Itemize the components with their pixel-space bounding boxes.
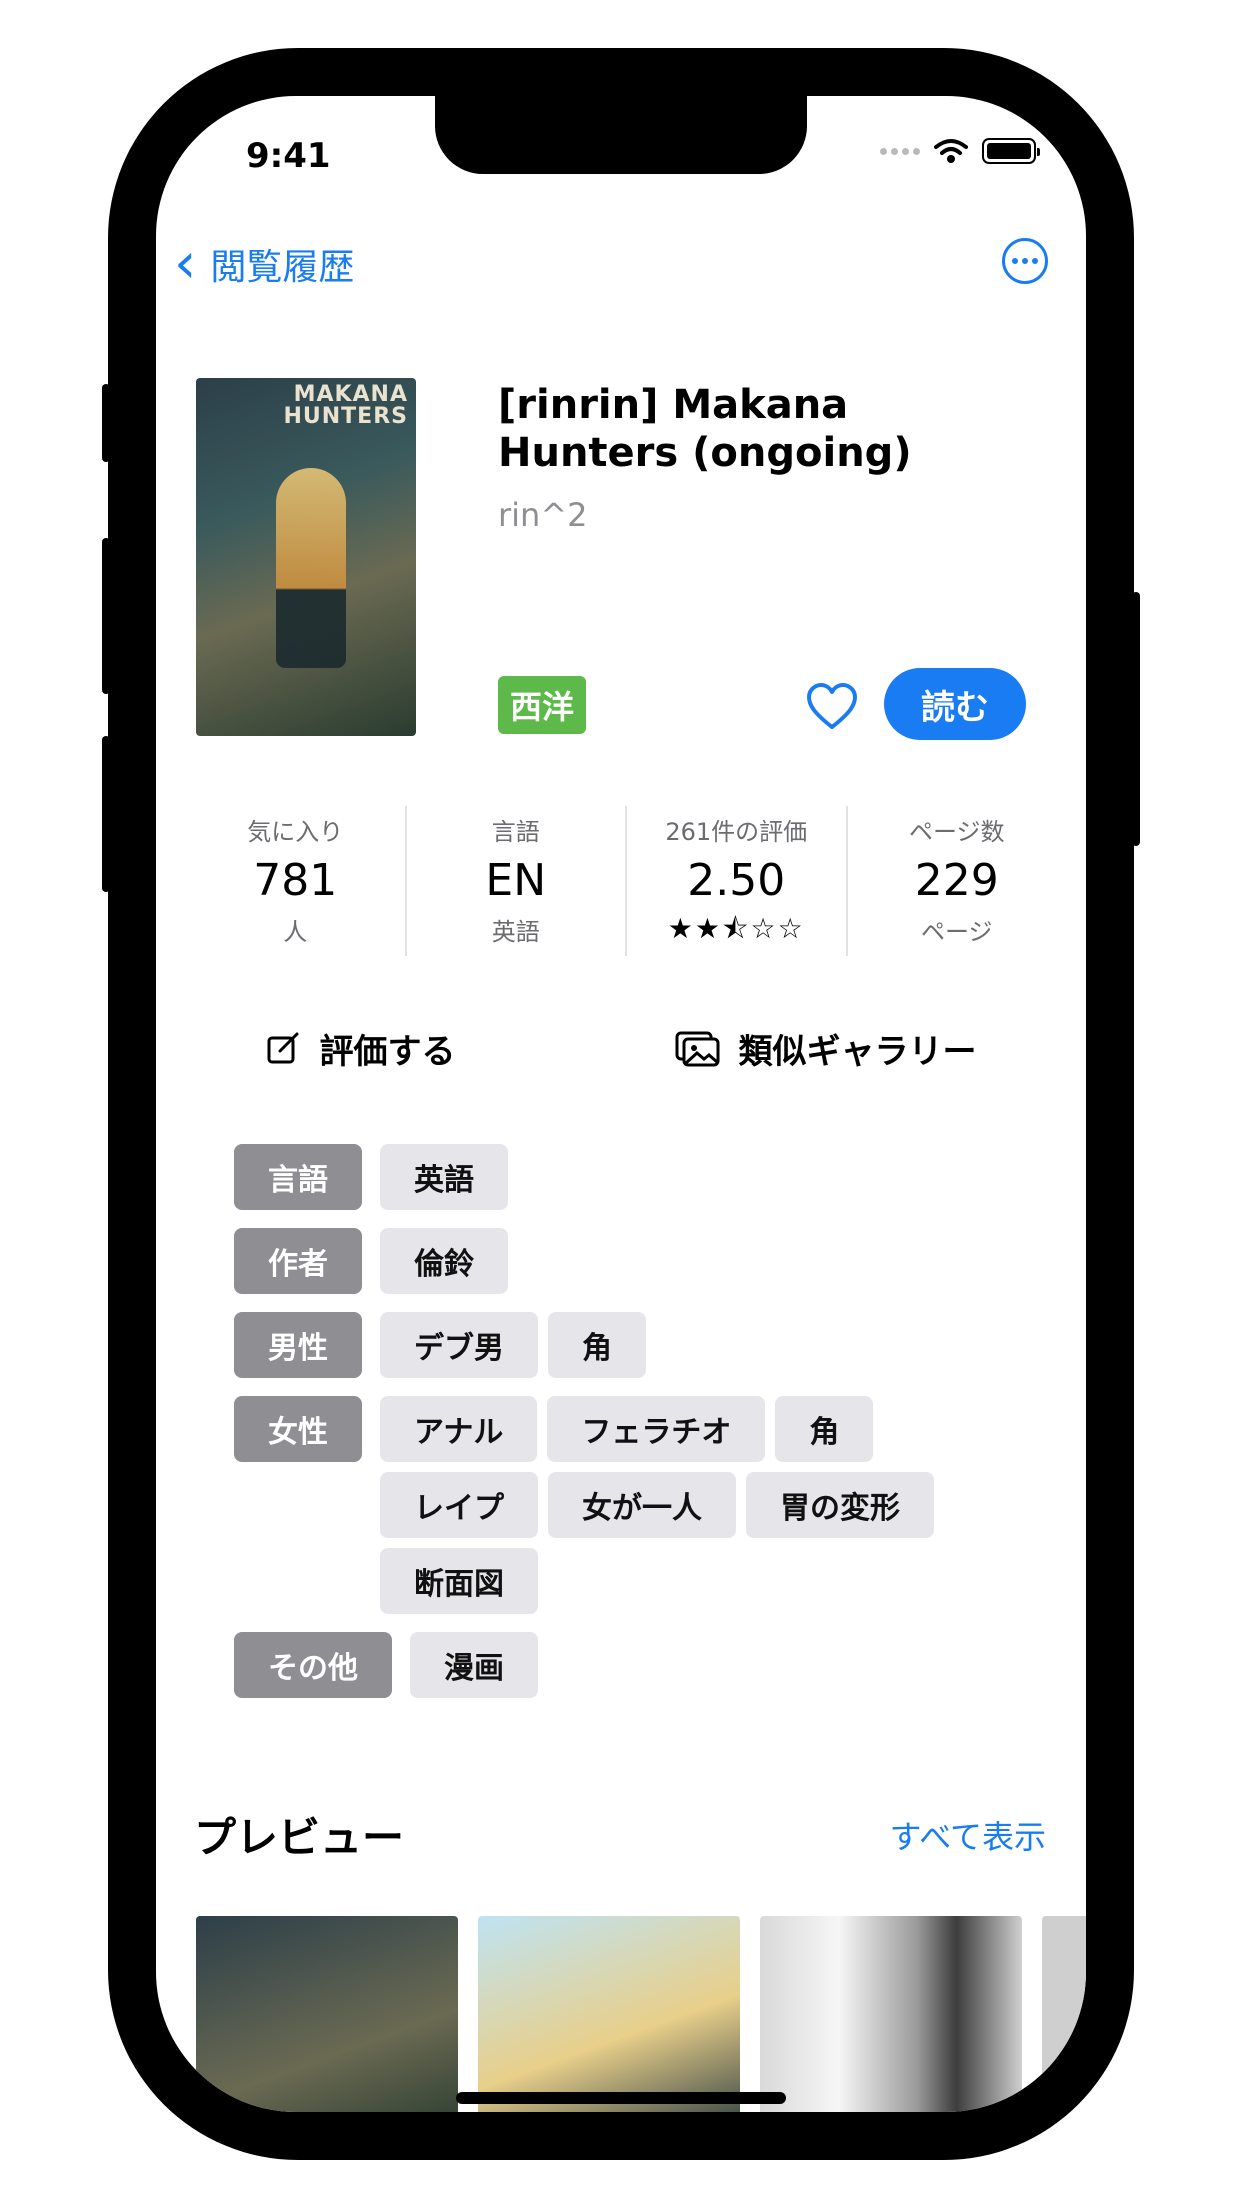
preview-thumbnails: [196, 1916, 1086, 2112]
side-button-power: [1132, 592, 1140, 846]
favorite-heart-icon[interactable]: [804, 679, 860, 735]
stat-label: 261件の評価: [665, 818, 808, 846]
notch: [435, 96, 807, 174]
cover-image[interactable]: MAKANA HUNTERS: [196, 378, 416, 736]
tag-chip[interactable]: フェラチオ: [547, 1396, 766, 1462]
stat-pages[interactable]: ページ数 229 ページ: [848, 806, 1067, 956]
stat-value: 2.50: [687, 855, 786, 906]
tag-namespace: 男性: [234, 1312, 362, 1378]
similar-label: 類似ギャラリー: [738, 1032, 977, 1072]
stat-value: 229: [914, 855, 999, 906]
stat-label: 気に入り: [247, 818, 344, 846]
stat-value: 781: [253, 855, 338, 906]
tag-chip[interactable]: 胃の変形: [746, 1472, 934, 1538]
side-button-silent: [102, 384, 110, 462]
tag-list: 言語 英語 作者 倫鈴 男性 デブ男角女性 アナル フェラチオ角レイプ 女が一人 胃の変形 断面図そ…: [234, 1144, 1034, 1716]
side-button-volume-up: [102, 538, 110, 694]
more-icon: [1012, 258, 1018, 264]
tag-chip[interactable]: デブ男: [380, 1312, 538, 1378]
tag-chip[interactable]: 倫鈴: [380, 1228, 508, 1294]
screen: 9:41 ‹ 閲覧履歴 MAKANA HUNTERS [rinrin] Maka…: [156, 96, 1086, 2112]
battery-icon: [982, 138, 1040, 164]
preview-title: プレビュー: [194, 1813, 405, 1862]
photos-icon: [675, 1031, 719, 1066]
more-button[interactable]: [1002, 238, 1048, 284]
category-badge: 西洋: [498, 676, 587, 734]
tag-values: デブ男角: [380, 1312, 1000, 1378]
tag-namespace: 言語: [234, 1144, 362, 1210]
tag-namespace: 女性: [234, 1396, 362, 1462]
stat-unit: ページ: [920, 918, 993, 946]
tag-row: 男性 デブ男角: [234, 1312, 1034, 1378]
tag-values: 英語: [380, 1144, 1000, 1210]
tag-chip[interactable]: アナル: [380, 1396, 538, 1462]
similar-gallery-button[interactable]: 類似ギャラリー: [675, 1024, 977, 1073]
stat-label: 言語: [491, 818, 540, 846]
status-icons: [880, 138, 1040, 164]
chevron-left-icon: ‹: [174, 231, 197, 296]
preview-thumbnail[interactable]: [196, 1916, 458, 2112]
tag-namespace: 作者: [234, 1228, 362, 1294]
tag-namespace: その他: [234, 1632, 392, 1698]
cover-logo: MAKANA HUNTERS: [283, 384, 408, 428]
stat-unit: 人: [283, 918, 308, 946]
tag-chip[interactable]: 断面図: [380, 1548, 538, 1614]
stat-unit: 英語: [491, 918, 540, 946]
cover-figure: [276, 468, 346, 668]
tag-values: 倫鈴: [380, 1228, 1000, 1294]
stats-bar: 気に入り 781 人 言語 EN 英語 261件の評価 2.50 ★★⯪☆☆ ペ…: [186, 806, 1066, 956]
preview-thumbnail[interactable]: [1042, 1916, 1086, 2112]
stat-favorites[interactable]: 気に入り 781 人: [186, 806, 407, 956]
wifi-icon: [934, 139, 968, 163]
home-indicator: [456, 2092, 786, 2104]
tag-chip[interactable]: 漫画: [410, 1632, 538, 1698]
tag-chip[interactable]: 英語: [380, 1144, 508, 1210]
tag-values: アナル フェラチオ角レイプ 女が一人 胃の変形断面図: [380, 1396, 1000, 1614]
tag-row: 女性 アナル フェラチオ角レイプ 女が一人 胃の変形断面図: [234, 1396, 1034, 1614]
back-button[interactable]: ‹ 閲覧履歴: [174, 236, 354, 292]
stat-value: EN: [485, 855, 547, 906]
cover-logo-line1: MAKANA: [293, 382, 408, 407]
edit-icon: [267, 1032, 298, 1063]
tag-row: 作者 倫鈴: [234, 1228, 1034, 1294]
rating-stars-icon: ★★⯪☆☆: [667, 912, 805, 945]
cover-logo-line2: HUNTERS: [283, 404, 408, 429]
preview-thumbnail[interactable]: [760, 1916, 1022, 2112]
gallery-author[interactable]: rin^2: [498, 496, 588, 534]
back-label: 閲覧履歴: [210, 247, 355, 288]
show-all-link[interactable]: すべて表示: [890, 1812, 1046, 1858]
preview-thumbnail[interactable]: [478, 1916, 740, 2112]
stat-rating[interactable]: 261件の評価 2.50 ★★⯪☆☆: [627, 806, 848, 956]
tag-chip[interactable]: 角: [548, 1312, 646, 1378]
status-time: 9:41: [246, 136, 331, 176]
tag-row: 言語 英語: [234, 1144, 1034, 1210]
tag-chip[interactable]: 角: [775, 1396, 874, 1462]
stat-language[interactable]: 言語 EN 英語: [407, 806, 627, 956]
action-row: 評価する 類似ギャラリー: [156, 1024, 1086, 1073]
tag-chip[interactable]: 女が一人: [548, 1472, 736, 1538]
stat-label: ページ数: [908, 818, 1005, 846]
side-button-volume-down: [102, 736, 110, 892]
rate-button[interactable]: 評価する: [266, 1024, 456, 1073]
gallery-title: [rinrin] Makana Hunters (ongoing): [498, 382, 912, 476]
read-button[interactable]: 読む: [884, 668, 1026, 740]
tag-values: 漫画: [410, 1632, 1030, 1698]
signal-icon: [880, 147, 920, 155]
tag-row: その他 漫画: [234, 1632, 1034, 1698]
rate-label: 評価する: [319, 1032, 456, 1072]
tag-chip[interactable]: レイプ: [380, 1472, 538, 1538]
